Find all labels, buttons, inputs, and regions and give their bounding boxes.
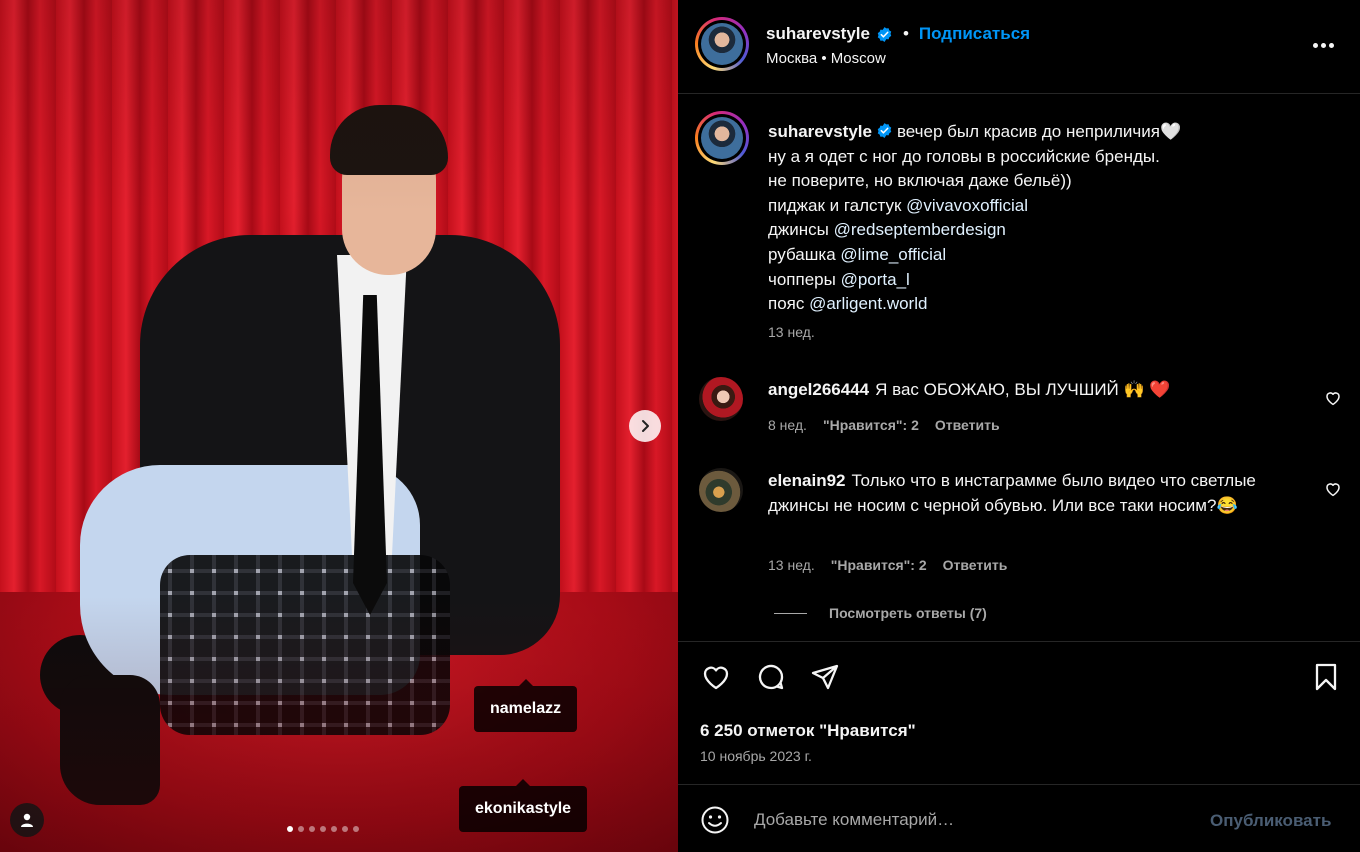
- chevron-right-icon: [642, 420, 649, 432]
- more-horizontal-icon: [1312, 42, 1318, 48]
- share-icon[interactable]: [809, 661, 841, 693]
- follow-button[interactable]: Подписаться: [919, 24, 1030, 44]
- credit-prefix: пиджак и галстук: [768, 195, 907, 215]
- carousel-dot: [342, 826, 348, 832]
- post-actions: 6 250 отметок "Нравится" 10 ноябрь 2023 …: [678, 641, 1360, 784]
- comment-icon[interactable]: [755, 661, 787, 693]
- verified-badge-icon: [877, 123, 892, 138]
- add-comment-bar: Опубликовать: [678, 784, 1360, 852]
- credit-prefix: джинсы: [768, 220, 834, 240]
- mention-link[interactable]: @porta_l: [841, 270, 910, 289]
- caption-author-avatar[interactable]: [695, 111, 749, 165]
- comment-time[interactable]: 8 нед.: [768, 417, 807, 433]
- comment-like-icon[interactable]: [1324, 389, 1342, 407]
- comment-meta: 8 нед. "Нравится": 2 Ответить: [768, 417, 1000, 433]
- reply-button[interactable]: Ответить: [935, 417, 1000, 433]
- mention-link[interactable]: @lime_official: [840, 245, 946, 264]
- caption-line: ну а я одет с ног до головы в российские…: [768, 146, 1160, 166]
- mention-link[interactable]: @vivavoxofficial: [906, 196, 1028, 215]
- post-details-panel: suharevstyle • Подписаться Москва • Mosc…: [678, 0, 1360, 852]
- mention-link[interactable]: @redseptemberdesign: [834, 220, 1006, 239]
- comment-input[interactable]: [754, 800, 1194, 840]
- replies-divider: [774, 612, 807, 614]
- commenter-avatar[interactable]: [699, 377, 743, 421]
- comment-likes[interactable]: "Нравится": 2: [823, 417, 919, 433]
- view-replies-label: Посмотреть ответы (7): [829, 605, 987, 621]
- comment-like-icon[interactable]: [1324, 480, 1342, 498]
- bookmark-icon[interactable]: [1310, 661, 1342, 693]
- more-options-button[interactable]: [1310, 35, 1336, 55]
- credit-prefix: пояс: [768, 294, 810, 314]
- carousel-dot: [331, 826, 337, 832]
- comment-meta: 13 нед. "Нравится": 2 Ответить: [768, 557, 1007, 573]
- caption-timestamp[interactable]: 13 нед.: [768, 324, 815, 340]
- carousel-dot: [287, 826, 293, 832]
- product-tag-namelazz[interactable]: namelazz: [474, 679, 578, 732]
- plaid-fabric: [160, 555, 450, 735]
- carousel-dot: [353, 826, 359, 832]
- commenter-username[interactable]: elenain92: [768, 471, 846, 490]
- mention-link[interactable]: @arligent.world: [809, 294, 927, 313]
- subject-hair: [330, 105, 448, 175]
- credit-prefix: чопперы: [768, 269, 841, 289]
- subject-head: [330, 105, 448, 275]
- emoji-icon[interactable]: [700, 805, 730, 835]
- view-replies-button[interactable]: Посмотреть ответы (7): [774, 605, 987, 621]
- post-caption: suharevstyle вечер был красив до неприлич…: [768, 120, 1328, 317]
- heart-icon[interactable]: [700, 661, 732, 693]
- commenter-avatar[interactable]: [699, 468, 743, 512]
- author-avatar[interactable]: [695, 17, 749, 71]
- reply-button[interactable]: Ответить: [943, 557, 1008, 573]
- comments-section[interactable]: suharevstyle вечер был красив до неприлич…: [678, 95, 1360, 641]
- boot-front: [60, 675, 160, 805]
- carousel-dot: [320, 826, 326, 832]
- carousel-dot: [309, 826, 315, 832]
- post-location[interactable]: Москва • Moscow: [766, 50, 886, 67]
- product-tag-ekonikastyle[interactable]: ekonikastyle: [459, 779, 588, 832]
- post-header: suharevstyle • Подписаться Москва • Mosc…: [678, 0, 1360, 94]
- caption-username[interactable]: suharevstyle: [768, 122, 872, 141]
- verified-badge-icon: [877, 26, 892, 42]
- post-media[interactable]: namelazz ekonikastyle: [0, 0, 678, 852]
- comment-body: angel266444 Я вас ОБОЖАЮ, ВЫ ЛУЧШИЙ 🙌 ❤️: [768, 378, 1308, 403]
- caption-line: не поверите, но включая даже бельё)): [768, 171, 1072, 191]
- user-tags-button[interactable]: [10, 803, 44, 837]
- next-photo-button[interactable]: [629, 410, 661, 442]
- likes-count[interactable]: 6 250 отметок "Нравится": [700, 721, 916, 741]
- separator-dot: •: [902, 24, 909, 43]
- commenter-username[interactable]: angel266444: [768, 380, 869, 399]
- comment-text: Я вас ОБОЖАЮ, ВЫ ЛУЧШИЙ 🙌 ❤️: [875, 380, 1171, 399]
- carousel-indicator: [287, 826, 359, 832]
- person-icon: [21, 813, 33, 827]
- credit-prefix: рубашка: [768, 244, 841, 264]
- carousel-dot: [298, 826, 304, 832]
- publish-button[interactable]: Опубликовать: [1210, 811, 1331, 831]
- comment-likes[interactable]: "Нравится": 2: [831, 557, 927, 573]
- comment-body: elenain92 Только что в инстаграмме было в…: [768, 469, 1296, 518]
- caption-line: вечер был красив до неприличия🤍: [896, 122, 1182, 141]
- author-row: suharevstyle • Подписаться: [766, 24, 1030, 44]
- author-username[interactable]: suharevstyle: [766, 24, 870, 44]
- post-date[interactable]: 10 ноябрь 2023 г.: [700, 748, 812, 764]
- comment-time[interactable]: 13 нед.: [768, 557, 815, 573]
